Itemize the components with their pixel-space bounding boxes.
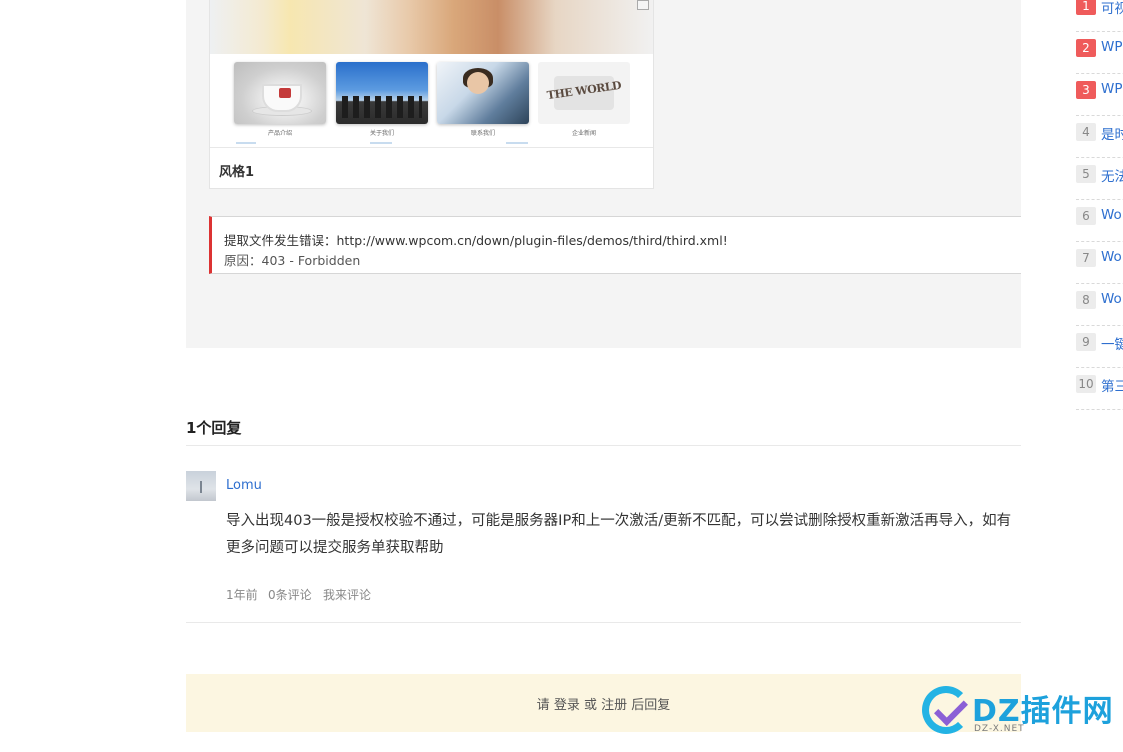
hot-list-item[interactable]: 2 WP <box>1076 31 1123 74</box>
rank-badge: 5 <box>1076 165 1096 183</box>
divider <box>186 622 1021 623</box>
theme-card[interactable]: THE WORLD 产品介绍 关于我们 联系我们 企业新闻 风格1 <box>209 0 654 189</box>
hot-list-item[interactable]: 3 WP <box>1076 73 1123 116</box>
hot-list-item[interactable]: 8 Wo <box>1076 283 1123 326</box>
rank-badge: 1 <box>1076 0 1096 15</box>
rank-badge: 6 <box>1076 207 1096 225</box>
thumbnail-caption: 联系我们 <box>470 130 495 137</box>
hot-list-title[interactable]: WP <box>1101 39 1123 55</box>
login-prompt-prefix: 请 <box>536 698 550 713</box>
theme-preview-image: THE WORLD 产品介绍 关于我们 联系我们 企业新闻 <box>210 0 653 147</box>
author-link[interactable]: Lomu <box>226 478 262 493</box>
divider <box>186 445 1021 446</box>
hot-list-item[interactable]: 1 可视 <box>1076 0 1123 32</box>
theme-name: 风格1 <box>219 165 255 180</box>
hot-list-title[interactable]: Wo <box>1101 291 1122 307</box>
thumbnail-link-bar <box>370 142 392 144</box>
hot-list-title[interactable]: Wo <box>1101 207 1122 223</box>
hot-list-item[interactable]: 6 Wo <box>1076 199 1123 242</box>
login-prompt-suffix: 后回复 <box>631 698 671 713</box>
hot-list-title[interactable]: Wo <box>1101 249 1122 265</box>
thumbnail-link-bar <box>236 142 256 144</box>
hero-banner-image <box>210 0 653 54</box>
hot-list-title[interactable]: 可视 <box>1101 0 1123 17</box>
rank-badge: 10 <box>1076 375 1096 393</box>
hot-list-title[interactable]: 无法 <box>1101 165 1123 185</box>
error-notice: 提取文件发生错误：http://www.wpcom.cn/down/plugin… <box>209 216 1021 274</box>
thumbnail-caption: 企业新闻 <box>571 130 596 137</box>
rank-badge: 3 <box>1076 81 1096 99</box>
register-link[interactable]: 注册 <box>601 698 627 713</box>
hot-list-item[interactable]: 9 一键 <box>1076 325 1123 368</box>
person-photo-image <box>437 62 529 124</box>
error-message: 提取文件发生错误：http://www.wpcom.cn/down/plugin… <box>224 233 728 248</box>
login-prompt: 请 登录 或 注册 后回复 <box>186 674 1021 732</box>
hot-list-item[interactable]: 5 无法 <box>1076 157 1123 200</box>
reply-text: 导入出现403一般是授权校验不通过，可能是服务器IP和上一次激活/更新不匹配，可… <box>226 513 1012 556</box>
rank-badge: 4 <box>1076 123 1096 141</box>
rank-badge: 9 <box>1076 333 1096 351</box>
hot-list-item[interactable]: 10 第三 <box>1076 367 1123 410</box>
add-comment-link[interactable]: 我来评论 <box>323 586 371 603</box>
thumbnail-link-bar <box>506 142 528 144</box>
hot-list-title[interactable]: 是时 <box>1101 123 1123 143</box>
watermark-domain: DZ-X.NET <box>974 724 1025 734</box>
answers-title: 1个回复 <box>186 419 242 437</box>
hot-list-title[interactable]: 一键 <box>1101 333 1123 353</box>
thumbnail-caption: 关于我们 <box>369 130 394 137</box>
reply-time: 1年前 <box>226 588 258 602</box>
avatar[interactable] <box>186 471 216 501</box>
puzzle-image: THE WORLD <box>538 62 630 124</box>
comment-count-link[interactable]: 0条评论 <box>268 586 312 603</box>
hot-list-item[interactable]: 7 Wo <box>1076 241 1123 284</box>
hot-list-title[interactable]: WP <box>1101 81 1123 97</box>
hot-list-title[interactable]: 第三 <box>1101 375 1123 395</box>
group-photo-image <box>336 62 428 124</box>
image-badge-icon <box>637 0 649 10</box>
theme-name-bar: 风格1 <box>210 147 653 188</box>
login-link[interactable]: 登录 <box>554 698 580 713</box>
watermark-logo: DZ插件网 DZ-X.NET <box>918 682 1118 748</box>
thumbnail-caption: 产品介绍 <box>267 130 292 137</box>
error-reason: 原因：403 - Forbidden <box>224 253 361 268</box>
login-prompt-or: 或 <box>583 698 597 713</box>
hot-list-item[interactable]: 4 是时 <box>1076 115 1123 158</box>
coffee-cup-image <box>234 62 326 124</box>
rank-badge: 2 <box>1076 39 1096 57</box>
rank-badge: 8 <box>1076 291 1096 309</box>
rank-badge: 7 <box>1076 249 1096 267</box>
